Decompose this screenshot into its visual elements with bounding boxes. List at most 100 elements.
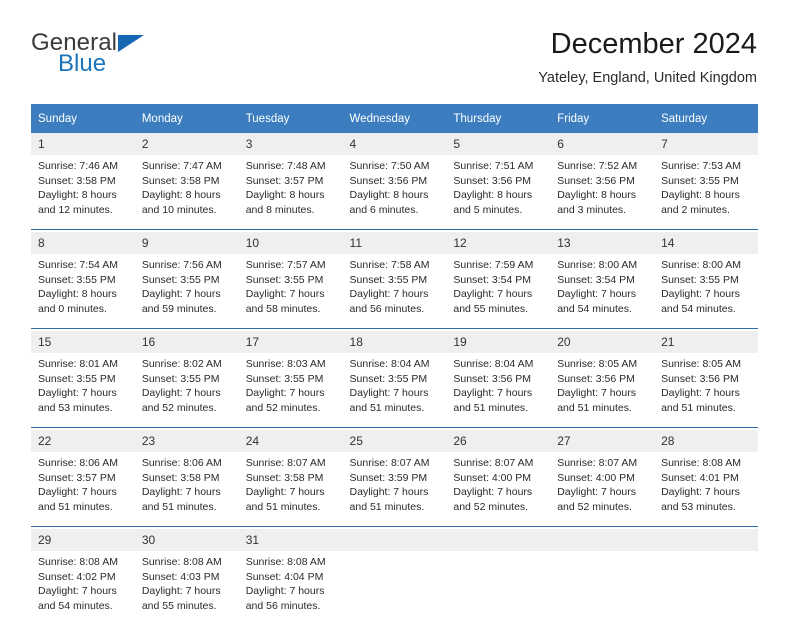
calendar-grid: Sunday Monday Tuesday Wednesday Thursday… (31, 104, 758, 625)
day-number[interactable]: 22 (31, 430, 135, 452)
day-number[interactable]: 21 (654, 331, 758, 353)
day-number[interactable]: 16 (134, 331, 239, 353)
sunset-text: Sunset: 3:55 PM (141, 273, 220, 286)
day-cell[interactable]: Sunrise: 7:56 AM Sunset: 3:55 PM Dayligh… (134, 254, 239, 329)
daylight-text-2: and 55 minutes. (453, 302, 529, 315)
sunrise-text: Sunrise: 8:00 AM (661, 259, 742, 271)
day-number[interactable]: 4 (342, 133, 447, 155)
day-cell[interactable]: Sunrise: 8:06 AM Sunset: 3:58 PM Dayligh… (134, 452, 239, 527)
day-number[interactable]: 20 (550, 331, 655, 353)
day-cell[interactable]: Sunrise: 7:52 AM Sunset: 3:56 PM Dayligh… (550, 155, 655, 230)
day-number[interactable]: 12 (446, 232, 551, 254)
day-cell[interactable]: Sunrise: 8:08 AM Sunset: 4:04 PM Dayligh… (238, 551, 343, 625)
day-cell[interactable]: Sunrise: 8:00 AM Sunset: 3:54 PM Dayligh… (550, 254, 655, 329)
daylight-text-2: and 12 minutes. (38, 203, 113, 216)
day-number[interactable]: 1 (31, 133, 135, 155)
daylight-text-2: and 51 minutes. (38, 500, 113, 513)
day-cell[interactable]: Sunrise: 8:08 AM Sunset: 4:01 PM Dayligh… (654, 452, 758, 527)
day-cell-empty (550, 551, 655, 625)
sunset-text: Sunset: 4:00 PM (453, 471, 532, 484)
day-cell[interactable]: Sunrise: 8:07 AM Sunset: 3:59 PM Dayligh… (342, 452, 447, 527)
day-cell[interactable]: Sunrise: 8:06 AM Sunset: 3:57 PM Dayligh… (31, 452, 135, 527)
day-number[interactable]: 10 (238, 232, 343, 254)
sunset-text: Sunset: 3:56 PM (557, 174, 635, 187)
day-number[interactable]: 6 (550, 133, 655, 155)
day-cell[interactable]: Sunrise: 7:53 AM Sunset: 3:55 PM Dayligh… (654, 155, 758, 230)
day-cell[interactable]: Sunrise: 7:57 AM Sunset: 3:55 PM Dayligh… (238, 254, 343, 329)
day-number[interactable]: 19 (446, 331, 551, 353)
day-number[interactable]: 11 (342, 232, 447, 254)
day-cell[interactable]: Sunrise: 8:04 AM Sunset: 3:56 PM Dayligh… (446, 353, 551, 428)
day-number[interactable]: 7 (654, 133, 758, 155)
day-number[interactable]: 3 (238, 133, 343, 155)
day-number[interactable]: 18 (342, 331, 447, 353)
daylight-text-1: Daylight: 7 hours (38, 585, 117, 598)
day-number-row: 22 23 24 25 26 27 28 (31, 430, 758, 452)
daylight-text-2: and 51 minutes. (661, 401, 736, 414)
day-cell[interactable]: Sunrise: 7:59 AM Sunset: 3:54 PM Dayligh… (446, 254, 551, 329)
sunrise-text: Sunrise: 8:07 AM (557, 457, 638, 469)
day-cell[interactable]: Sunrise: 7:54 AM Sunset: 3:55 PM Dayligh… (31, 254, 135, 329)
day-cell[interactable]: Sunrise: 8:07 AM Sunset: 4:00 PM Dayligh… (550, 452, 655, 527)
day-cell[interactable]: Sunrise: 8:07 AM Sunset: 4:00 PM Dayligh… (446, 452, 551, 527)
day-cell[interactable]: Sunrise: 8:01 AM Sunset: 3:55 PM Dayligh… (31, 353, 135, 428)
day-cell[interactable]: Sunrise: 8:05 AM Sunset: 3:56 PM Dayligh… (654, 353, 758, 428)
sunset-text: Sunset: 4:01 PM (661, 471, 739, 484)
day-cell[interactable]: Sunrise: 8:05 AM Sunset: 3:56 PM Dayligh… (550, 353, 655, 428)
day-cell-empty (446, 551, 551, 625)
day-number[interactable]: 9 (134, 232, 239, 254)
day-number[interactable]: 17 (238, 331, 343, 353)
calendar-body: 1 2 3 4 5 6 7 Sunrise: 7:46 AM Sunset: 3… (31, 133, 758, 625)
sunset-text: Sunset: 3:59 PM (349, 471, 428, 484)
day-number[interactable]: 30 (134, 529, 239, 551)
general-blue-logo[interactable]: General Blue (31, 30, 221, 86)
day-cell[interactable]: Sunrise: 8:08 AM Sunset: 4:02 PM Dayligh… (31, 551, 135, 625)
day-cell-empty (342, 551, 447, 625)
day-cell[interactable]: Sunrise: 7:58 AM Sunset: 3:55 PM Dayligh… (342, 254, 447, 329)
day-cell[interactable]: Sunrise: 8:08 AM Sunset: 4:03 PM Dayligh… (134, 551, 239, 625)
sunrise-text: Sunrise: 7:46 AM (38, 160, 118, 172)
sunset-text: Sunset: 3:54 PM (557, 273, 635, 286)
sunset-text: Sunset: 3:55 PM (38, 273, 116, 286)
day-number[interactable]: 2 (134, 133, 239, 155)
day-cell[interactable]: Sunrise: 7:48 AM Sunset: 3:57 PM Dayligh… (238, 155, 343, 230)
sunrise-text: Sunrise: 8:05 AM (557, 358, 638, 370)
day-cell[interactable]: Sunrise: 7:51 AM Sunset: 3:56 PM Dayligh… (446, 155, 551, 230)
day-number[interactable]: 14 (654, 232, 758, 254)
day-number[interactable]: 28 (654, 430, 758, 452)
sunset-text: Sunset: 3:54 PM (453, 273, 532, 286)
daylight-text-1: Daylight: 7 hours (453, 288, 533, 301)
day-details-row: Sunrise: 7:54 AM Sunset: 3:55 PM Dayligh… (31, 254, 758, 329)
day-number[interactable]: 5 (446, 133, 551, 155)
day-number[interactable]: 29 (31, 529, 135, 551)
day-cell[interactable]: Sunrise: 8:03 AM Sunset: 3:55 PM Dayligh… (238, 353, 343, 428)
day-cell[interactable]: Sunrise: 7:46 AM Sunset: 3:58 PM Dayligh… (31, 155, 135, 230)
logo-word-blue: Blue (58, 50, 107, 77)
sunset-text: Sunset: 3:55 PM (349, 273, 428, 286)
day-number[interactable]: 25 (342, 430, 447, 452)
day-cell[interactable]: Sunrise: 7:50 AM Sunset: 3:56 PM Dayligh… (342, 155, 447, 230)
day-cell[interactable]: Sunrise: 7:47 AM Sunset: 3:58 PM Dayligh… (134, 155, 239, 230)
day-number[interactable]: 23 (134, 430, 239, 452)
day-number[interactable]: 15 (31, 331, 135, 353)
daylight-text-1: Daylight: 7 hours (245, 585, 325, 598)
sunset-text: Sunset: 3:55 PM (661, 273, 739, 286)
day-cell[interactable]: Sunrise: 8:07 AM Sunset: 3:58 PM Dayligh… (238, 452, 343, 527)
day-number[interactable]: 13 (550, 232, 655, 254)
day-cell[interactable]: Sunrise: 8:00 AM Sunset: 3:55 PM Dayligh… (654, 254, 758, 329)
daylight-text-2: and 54 minutes. (38, 599, 113, 612)
daylight-text-1: Daylight: 7 hours (245, 387, 325, 400)
day-cell[interactable]: Sunrise: 8:02 AM Sunset: 3:55 PM Dayligh… (134, 353, 239, 428)
sunset-text: Sunset: 3:55 PM (349, 372, 428, 385)
day-number[interactable]: 26 (446, 430, 551, 452)
day-number[interactable]: 24 (238, 430, 343, 452)
day-number[interactable]: 27 (550, 430, 655, 452)
daylight-text-1: Daylight: 7 hours (38, 486, 117, 499)
sunrise-text: Sunrise: 8:02 AM (141, 358, 222, 370)
day-number[interactable]: 31 (238, 529, 343, 551)
sunset-text: Sunset: 3:55 PM (141, 372, 220, 385)
page-subtitle: Yateley, England, United Kingdom (538, 70, 757, 86)
weekday-header-wednesday: Wednesday (342, 104, 447, 133)
day-cell[interactable]: Sunrise: 8:04 AM Sunset: 3:55 PM Dayligh… (342, 353, 447, 428)
day-number[interactable]: 8 (31, 232, 135, 254)
